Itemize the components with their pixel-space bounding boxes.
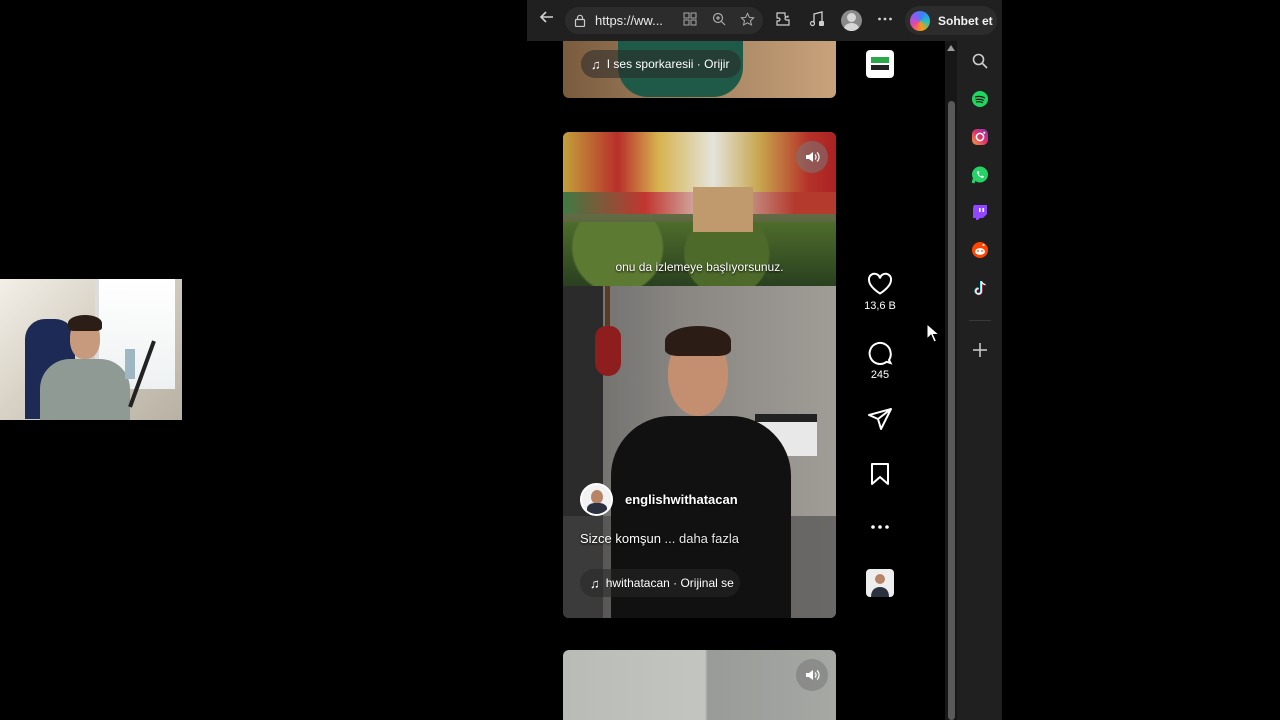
author-username[interactable]: englishwithatacan [625, 492, 738, 507]
sound-toggle-button[interactable] [796, 141, 828, 173]
search-icon[interactable] [970, 51, 990, 71]
heart-icon [867, 272, 893, 295]
address-bar[interactable]: https://ww... [565, 7, 763, 34]
webcam-overlay [0, 279, 182, 420]
next-post-video[interactable] [563, 650, 836, 720]
spotify-icon[interactable] [970, 89, 990, 109]
previous-post-video[interactable]: ♫ I ses sporkaresii · Orijir [563, 41, 836, 98]
bookmark-icon [871, 463, 889, 485]
copilot-chat-button[interactable]: Sohbet et [905, 6, 997, 35]
media-control-icon[interactable] [807, 10, 827, 30]
music-note-icon: ♫ [590, 575, 600, 591]
page-scrollbar[interactable] [945, 41, 957, 720]
back-icon[interactable] [535, 8, 559, 32]
guitar-neck [605, 286, 610, 331]
browser-sidebar [957, 41, 1002, 720]
extensions-icon[interactable] [773, 10, 793, 30]
zoom-icon[interactable] [711, 12, 727, 28]
send-icon [868, 408, 892, 430]
like-button[interactable]: 13,6 B [860, 272, 900, 312]
music-pill[interactable]: ♫ hwithatacan · Orijinal se [580, 569, 740, 597]
webcam-person-body [40, 359, 130, 420]
music-label: hwithatacan · Orijinal se [605, 576, 734, 590]
app-available-icon[interactable] [682, 12, 698, 28]
copilot-label: Sohbet et [938, 13, 993, 28]
save-button[interactable] [860, 462, 900, 486]
reel-video[interactable]: onu da izlemeye başlıyorsunuz. englishwi… [563, 132, 836, 618]
author-row[interactable]: englishwithatacan [580, 483, 738, 516]
comment-count: 245 [870, 369, 890, 381]
whatsapp-icon[interactable] [970, 165, 990, 185]
caption-text: Sizce komşun [580, 531, 661, 546]
author-avatar[interactable] [580, 483, 613, 516]
scroll-up-arrow-icon[interactable] [947, 45, 955, 51]
like-count: 13,6 B [864, 300, 896, 312]
more-dots-icon [871, 525, 889, 529]
profile-avatar-icon[interactable] [841, 10, 862, 31]
moving-boxes [693, 187, 753, 232]
tiktok-icon[interactable] [970, 278, 990, 298]
browser-window: https://ww... Sohbet et ♫ I ses sporkare… [527, 0, 1002, 720]
sidebar-divider [969, 320, 991, 321]
video-subtitle: onu da izlemeye başlıyorsunuz. [615, 260, 784, 274]
share-button[interactable] [860, 407, 900, 431]
webcam-lamp [125, 349, 135, 379]
reddit-icon[interactable] [970, 240, 990, 260]
guitar [595, 326, 621, 376]
music-label: I ses sporkaresii · Orijir [606, 57, 730, 71]
storefront [563, 132, 836, 192]
comment-button[interactable]: 245 [860, 339, 900, 381]
music-pill[interactable]: ♫ I ses sporkaresii · Orijir [581, 50, 741, 78]
page-content[interactable]: ♫ I ses sporkaresii · Orijir onu da izle… [527, 41, 945, 720]
twitch-icon[interactable] [970, 202, 990, 222]
more-link[interactable]: ... daha fazla [665, 531, 739, 546]
music-note-icon: ♫ [591, 56, 601, 72]
favorite-star-icon[interactable] [739, 12, 755, 28]
webcam-person-hair [68, 315, 102, 331]
video-frame-bottom: englishwithatacan Sizce komşun ... daha … [563, 286, 836, 618]
url-text[interactable]: https://ww... [595, 13, 663, 28]
presenter-hair [665, 326, 731, 356]
lock-icon[interactable] [573, 14, 587, 28]
copilot-icon [910, 10, 930, 31]
previous-post-audio-thumbnail[interactable] [866, 50, 894, 78]
original-audio-thumbnail[interactable] [866, 569, 894, 597]
sound-toggle-button[interactable] [796, 659, 828, 691]
comment-icon [868, 341, 893, 365]
instagram-icon[interactable] [970, 127, 990, 147]
browser-toolbar: https://ww... Sohbet et [527, 0, 1002, 41]
mouse-cursor-icon [926, 323, 940, 343]
more-options-icon[interactable] [875, 10, 895, 30]
post-caption[interactable]: Sizce komşun ... daha fazla [580, 531, 739, 546]
more-actions-button[interactable] [860, 516, 900, 538]
add-icon[interactable] [970, 340, 990, 360]
scroll-thumb[interactable] [948, 101, 955, 720]
